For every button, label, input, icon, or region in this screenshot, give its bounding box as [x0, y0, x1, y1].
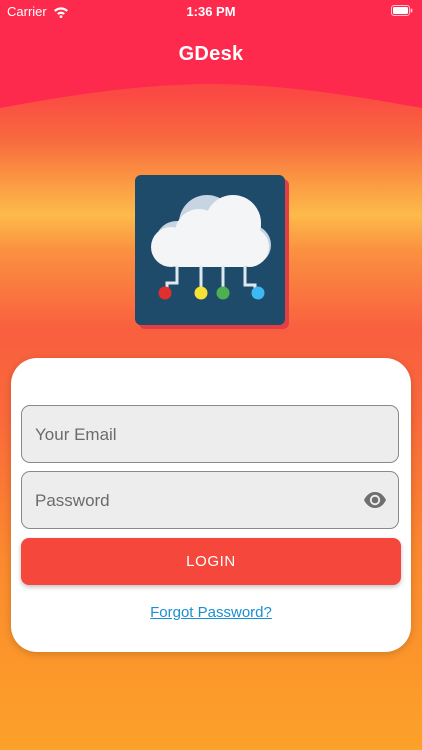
logo-node-red	[158, 286, 172, 300]
email-input[interactable]	[33, 406, 357, 464]
cloud-network-icon	[151, 195, 271, 300]
status-time: 1:36 PM	[186, 4, 236, 19]
logo-node-green	[216, 286, 230, 300]
login-button[interactable]: LOGIN	[21, 538, 401, 585]
email-field[interactable]	[21, 405, 399, 464]
app-logo	[135, 175, 289, 329]
password-field[interactable]	[21, 471, 399, 530]
logo-tile	[135, 175, 285, 325]
logo-node-yellow	[194, 286, 208, 300]
app-title: GDesk	[178, 43, 244, 65]
status-bar: Carrier 1:36 PM	[0, 0, 422, 24]
eye-icon[interactable]	[363, 489, 387, 511]
battery-icon	[391, 5, 413, 16]
forgot-password-link[interactable]: Forgot Password?	[11, 604, 411, 621]
login-card: LOGIN Forgot Password?	[11, 358, 411, 652]
logo-node-blue	[251, 286, 265, 300]
login-screen: GDesk Carrier 1:36 PM Your Email LOGIN F…	[0, 0, 422, 750]
password-input[interactable]	[33, 472, 357, 530]
